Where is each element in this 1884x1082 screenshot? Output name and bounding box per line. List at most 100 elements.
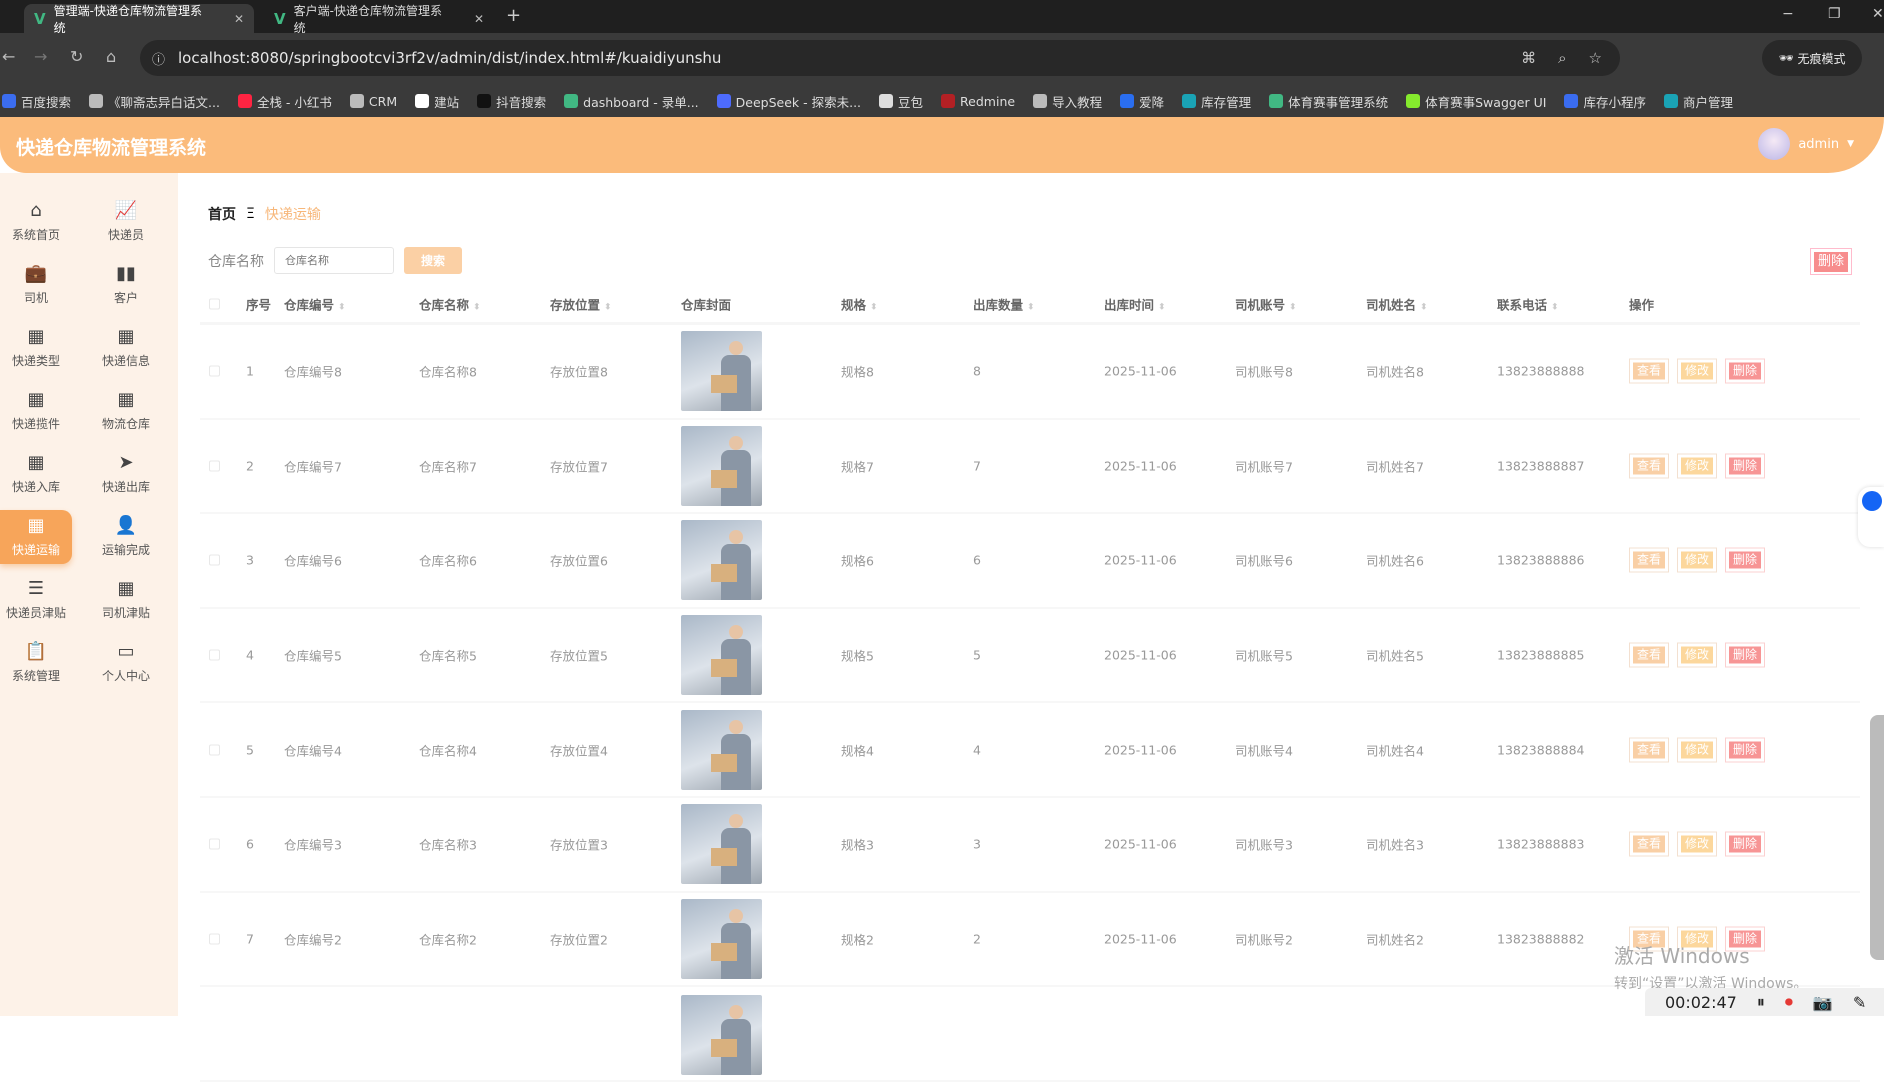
edit-button[interactable]: 修改 <box>1677 453 1718 479</box>
view-button[interactable]: 查看 <box>1629 831 1670 857</box>
delete-button[interactable]: 删除 <box>1725 926 1766 952</box>
sidebar-item[interactable]: ▭ 个人中心 <box>90 636 162 690</box>
bookmark-item[interactable]: 抖音搜索 <box>477 92 546 111</box>
camera-icon[interactable]: 📷 <box>1813 993 1833 1012</box>
sidebar-item[interactable]: ▦ 物流仓库 <box>90 384 162 438</box>
edit-button[interactable]: 修改 <box>1677 358 1718 384</box>
row-checkbox[interactable] <box>209 744 220 756</box>
close-icon[interactable]: ✕ <box>474 12 484 26</box>
edit-button[interactable]: 修改 <box>1677 926 1718 952</box>
pencil-icon[interactable]: ✎ <box>1853 993 1866 1012</box>
column-header-code[interactable]: 仓库编号 ⬍ <box>284 294 346 313</box>
recording-toolbar: 00:02:47 ⏸ ⏺ 📷 ✎ <box>1645 988 1884 1016</box>
bookmark-item[interactable]: 《聊斋志异白话文... <box>89 92 220 111</box>
sidebar-item[interactable]: ▦ 快递信息 <box>90 321 162 375</box>
bookmark-item[interactable]: 体育赛事Swagger UI <box>1406 92 1546 111</box>
bookmark-item[interactable]: 商户管理 <box>1663 92 1733 111</box>
bookmark-item[interactable]: 体育赛事管理系统 <box>1269 92 1388 111</box>
browser-tab[interactable]: V 客户端-快递仓库物流管理系统 ✕ <box>264 4 494 35</box>
sidebar-item[interactable]: ▦ 快递入库 <box>0 447 72 501</box>
sidebar-item[interactable]: 📋 系统管理 <box>0 636 72 690</box>
delete-button[interactable]: 删除 <box>1725 831 1766 857</box>
column-header-phone[interactable]: 联系电话 ⬍ <box>1497 294 1559 313</box>
bookmark-item[interactable]: dashboard - 录单... <box>564 92 699 111</box>
column-header-qty[interactable]: 出库数量 ⬍ <box>973 294 1035 313</box>
sidebar-item[interactable]: ▦ 快递揽件 <box>0 384 72 438</box>
sidebar-item[interactable]: 👤 运输完成 <box>90 510 162 564</box>
view-button[interactable]: 查看 <box>1629 642 1670 668</box>
sidebar-item[interactable]: ⌂ 系统首页 <box>0 195 72 249</box>
edit-button[interactable]: 修改 <box>1677 831 1718 857</box>
view-button[interactable]: 查看 <box>1629 358 1670 384</box>
browser-tab[interactable]: V 管理端-快递仓库物流管理系统 ✕ <box>24 4 254 35</box>
close-window-button[interactable]: ✕ <box>1872 6 1884 22</box>
zoom-icon[interactable]: ⌕ <box>1558 49 1566 67</box>
bookmark-item[interactable]: Redmine <box>941 94 1015 109</box>
restore-button[interactable]: ❐ <box>1828 6 1841 22</box>
view-button[interactable]: 查看 <box>1629 926 1670 952</box>
bookmark-item[interactable]: 导入教程 <box>1033 92 1102 111</box>
delete-button[interactable]: 删除 <box>1725 642 1766 668</box>
stop-record-icon[interactable]: ⏺ <box>1785 992 1793 1012</box>
bookmark-item[interactable]: 库存管理 <box>1182 92 1251 111</box>
home-icon[interactable]: ⌂ <box>106 47 116 66</box>
forward-icon[interactable]: → <box>34 47 47 66</box>
delete-button[interactable]: 删除 <box>1725 547 1766 573</box>
sidebar-item[interactable]: ☰ 快递员津贴 <box>0 573 72 627</box>
reload-icon[interactable]: ↻ <box>70 47 83 66</box>
sidebar-item[interactable]: 💼 司机 <box>0 258 72 312</box>
row-checkbox[interactable] <box>209 365 220 377</box>
bookmark-item[interactable]: DeepSeek - 探索未... <box>716 92 861 111</box>
row-checkbox[interactable] <box>209 554 220 566</box>
view-button[interactable]: 查看 <box>1629 453 1670 479</box>
back-icon[interactable]: ← <box>2 47 15 66</box>
translate-icon[interactable]: ⌘ <box>1521 49 1536 67</box>
row-checkbox[interactable] <box>209 838 220 850</box>
warehouse-name-input[interactable] <box>274 247 394 274</box>
view-button[interactable]: 查看 <box>1629 547 1670 573</box>
row-checkbox[interactable] <box>209 460 220 472</box>
bookmark-item[interactable]: CRM <box>349 94 397 109</box>
row-checkbox[interactable] <box>209 649 220 661</box>
pause-icon[interactable]: ⏸ <box>1757 992 1765 1012</box>
floating-assistant[interactable] <box>1858 487 1884 547</box>
side-toolbar[interactable] <box>1870 715 1884 960</box>
search-button[interactable]: 搜索 <box>404 247 462 274</box>
incognito-badge[interactable]: 🕶 无痕模式 <box>1762 40 1862 76</box>
column-header-driver_acct[interactable]: 司机账号 ⬍ <box>1235 294 1297 313</box>
delete-button[interactable]: 删除 <box>1725 737 1766 763</box>
close-icon[interactable]: ✕ <box>234 12 244 26</box>
bookmark-item[interactable]: 建站 <box>415 92 459 111</box>
star-icon[interactable]: ☆ <box>1589 49 1602 67</box>
sidebar-item[interactable]: 📈 快递员 <box>90 195 162 249</box>
sidebar-item[interactable]: ▦ 快递运输 <box>0 510 72 564</box>
column-header-driver_name[interactable]: 司机姓名 ⬍ <box>1366 294 1428 313</box>
url-input[interactable]: ⓘ localhost:8080/springbootcvi3rf2v/admin… <box>140 40 1620 76</box>
edit-button[interactable]: 修改 <box>1677 547 1718 573</box>
new-tab-button[interactable]: + <box>506 5 521 26</box>
user-menu[interactable]: admin ▼ <box>1758 128 1854 160</box>
bulk-delete-button[interactable]: 删除 <box>1810 248 1852 275</box>
sidebar-item[interactable]: ▦ 司机津贴 <box>90 573 162 627</box>
minimize-button[interactable]: − <box>1782 6 1794 22</box>
bookmark-item[interactable]: 库存小程序 <box>1564 92 1646 111</box>
edit-button[interactable]: 修改 <box>1677 642 1718 668</box>
delete-button[interactable]: 删除 <box>1725 453 1766 479</box>
sidebar-item[interactable]: ▮▮ 客户 <box>90 258 162 312</box>
bookmark-item[interactable]: 豆包 <box>879 92 923 111</box>
delete-button[interactable]: 删除 <box>1725 358 1766 384</box>
bookmark-item[interactable]: 爱降 <box>1120 92 1164 111</box>
select-all-checkbox[interactable] <box>209 298 220 309</box>
row-checkbox[interactable] <box>209 933 220 945</box>
column-header-name[interactable]: 仓库名称 ⬍ <box>419 294 481 313</box>
sidebar-item[interactable]: ▦ 快递类型 <box>0 321 72 375</box>
column-header-time[interactable]: 出库时间 ⬍ <box>1104 294 1166 313</box>
view-button[interactable]: 查看 <box>1629 737 1670 763</box>
column-header-location[interactable]: 存放位置 ⬍ <box>550 294 612 313</box>
edit-button[interactable]: 修改 <box>1677 737 1718 763</box>
bookmark-item[interactable]: 全栈 - 小红书 <box>237 92 332 111</box>
breadcrumb-home[interactable]: 首页 <box>208 204 236 224</box>
sidebar-item[interactable]: ➤ 快递出库 <box>90 447 162 501</box>
bookmark-item[interactable]: 百度搜索 <box>2 92 71 111</box>
column-header-spec[interactable]: 规格 ⬍ <box>841 294 878 313</box>
